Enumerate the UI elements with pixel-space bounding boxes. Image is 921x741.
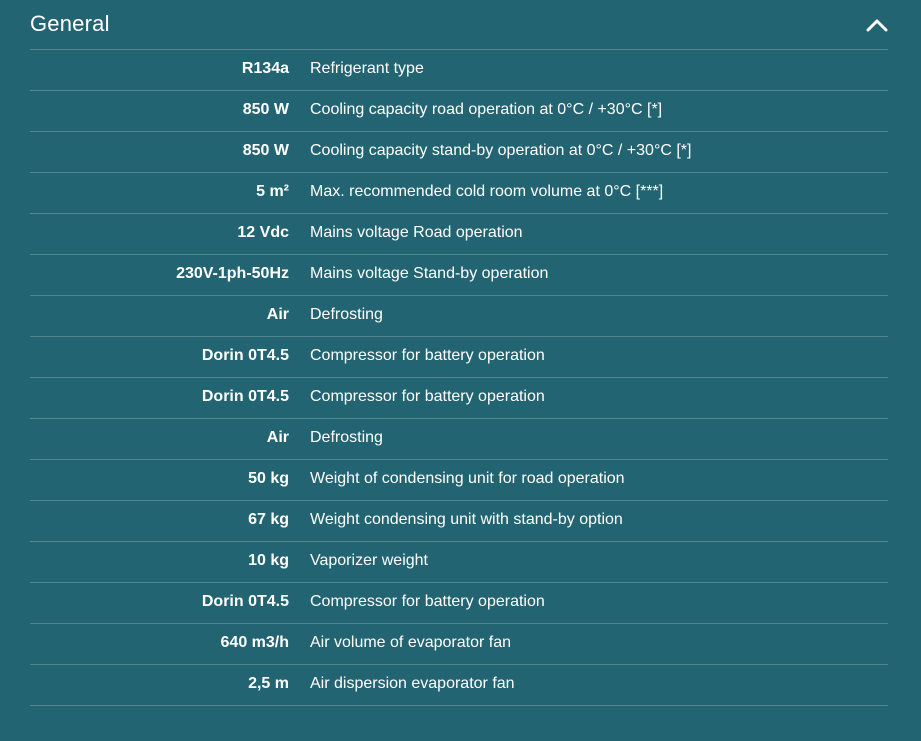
- spec-row: 2,5 m Air dispersion evaporator fan: [30, 665, 888, 706]
- spec-row: 850 W Cooling capacity road operation at…: [30, 91, 888, 132]
- chevron-up-icon[interactable]: [866, 14, 888, 36]
- spec-value: 230V-1ph-50Hz: [176, 265, 289, 282]
- spec-label: Refrigerant type: [310, 60, 424, 77]
- spec-value: 850 W: [242, 101, 289, 118]
- spec-label: Cooling capacity road operation at 0°C /…: [310, 101, 663, 118]
- spec-row: 640 m3/h Air volume of evaporator fan: [30, 624, 888, 665]
- spec-value: 2,5 m: [248, 675, 289, 692]
- spec-label: Compressor for battery operation: [310, 593, 545, 610]
- spec-value: Dorin 0T4.5: [201, 593, 289, 610]
- spec-row: 10 kg Vaporizer weight: [30, 542, 888, 583]
- spec-value: 850 W: [242, 142, 289, 159]
- section-header-general[interactable]: General: [30, 0, 888, 50]
- spec-row: 5 m² Max. recommended cold room volume a…: [30, 173, 888, 214]
- spec-row: 67 kg Weight condensing unit with stand-…: [30, 501, 888, 542]
- spec-value: 5 m²: [256, 183, 289, 200]
- spec-value: 50 kg: [248, 470, 289, 487]
- spec-value: R134a: [241, 60, 289, 77]
- spec-value: Air: [266, 306, 289, 323]
- spec-row: R134a Refrigerant type: [30, 50, 888, 91]
- spec-label: Weight condensing unit with stand-by opt…: [310, 511, 623, 528]
- spec-label: Max. recommended cold room volume at 0°C…: [310, 183, 664, 200]
- spec-label: Defrosting: [310, 429, 383, 446]
- spec-row: 230V-1ph-50Hz Mains voltage Stand-by ope…: [30, 255, 888, 296]
- spec-row: 50 kg Weight of condensing unit for road…: [30, 460, 888, 501]
- specs-panel: General R134a Refrigerant type 850 W Coo…: [0, 0, 921, 741]
- spec-value: 12 Vdc: [237, 224, 289, 241]
- spec-table: R134a Refrigerant type 850 W Cooling cap…: [30, 50, 888, 706]
- spec-row: Air Defrosting: [30, 419, 888, 460]
- spec-value: 640 m3/h: [220, 634, 289, 651]
- spec-label: Air volume of evaporator fan: [310, 634, 511, 651]
- spec-label: Compressor for battery operation: [310, 347, 545, 364]
- spec-row: Dorin 0T4.5 Compressor for battery opera…: [30, 583, 888, 624]
- spec-row: 850 W Cooling capacity stand-by operatio…: [30, 132, 888, 173]
- spec-label: Defrosting: [310, 306, 383, 323]
- spec-value: Air: [266, 429, 289, 446]
- spec-row: Dorin 0T4.5 Compressor for battery opera…: [30, 378, 888, 419]
- spec-row: Dorin 0T4.5 Compressor for battery opera…: [30, 337, 888, 378]
- spec-label: Weight of condensing unit for road opera…: [310, 470, 625, 487]
- spec-value: 67 kg: [248, 511, 289, 528]
- spec-row: 12 Vdc Mains voltage Road operation: [30, 214, 888, 255]
- spec-value: 10 kg: [248, 552, 289, 569]
- spec-label: Cooling capacity stand-by operation at 0…: [310, 142, 692, 159]
- spec-value: Dorin 0T4.5: [201, 388, 289, 405]
- spec-label: Mains voltage Stand-by operation: [310, 265, 549, 282]
- spec-label: Air dispersion evaporator fan: [310, 675, 515, 692]
- spec-label: Mains voltage Road operation: [310, 224, 523, 241]
- section-title: General: [30, 10, 110, 36]
- spec-label: Compressor for battery operation: [310, 388, 545, 405]
- spec-row: Air Defrosting: [30, 296, 888, 337]
- spec-value: Dorin 0T4.5: [201, 347, 289, 364]
- spec-label: Vaporizer weight: [310, 552, 428, 569]
